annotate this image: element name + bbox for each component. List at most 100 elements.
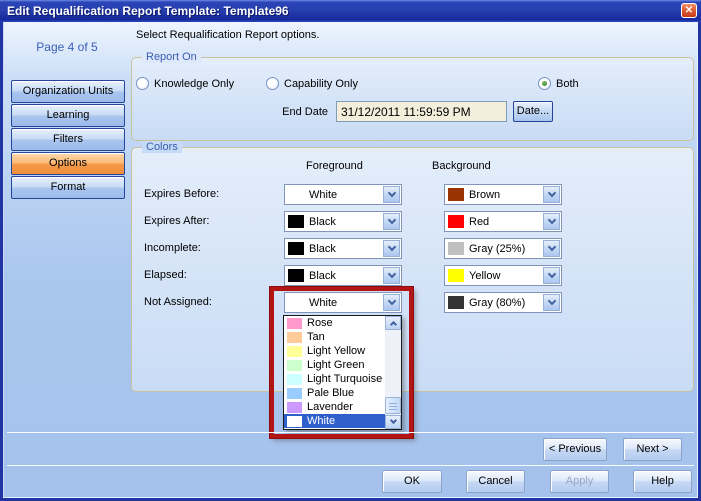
- both-label: Both: [556, 78, 579, 90]
- color-swatch: [448, 269, 464, 282]
- dropdown-item-pale-blue[interactable]: Pale Blue: [284, 386, 385, 400]
- chevron-up-icon: [389, 321, 396, 328]
- selected-color-label: White: [309, 297, 337, 309]
- incomplete-label: Incomplete:: [144, 242, 201, 254]
- color-swatch: [287, 332, 302, 343]
- chevron-down-icon[interactable]: [543, 213, 560, 230]
- selected-color-label: Yellow: [469, 270, 500, 282]
- scroll-up-button[interactable]: [385, 316, 401, 330]
- foreground-header: Foreground: [306, 160, 363, 172]
- dropdown-item-label: Pale Blue: [307, 387, 354, 399]
- knowledge-only-radio[interactable]: [136, 77, 149, 90]
- dropdown-item-label: Tan: [307, 331, 325, 343]
- elapsed-foreground-select[interactable]: Black: [284, 265, 402, 286]
- not-assigned-background-select[interactable]: Gray (80%): [444, 292, 562, 313]
- instruction-text: Select Requalification Report options.: [136, 29, 319, 41]
- dropdown-item-light-green[interactable]: Light Green: [284, 358, 385, 372]
- expires-before-label: Expires Before:: [144, 188, 219, 200]
- chevron-down-icon[interactable]: [383, 240, 400, 257]
- elapsed-label: Elapsed:: [144, 269, 187, 281]
- color-swatch: [288, 269, 304, 282]
- dropdown-item-label: White: [307, 415, 335, 427]
- expires-before-foreground-select[interactable]: White: [284, 184, 402, 205]
- dropdown-item-lavender[interactable]: Lavender: [284, 400, 385, 414]
- knowledge-only-label: Knowledge Only: [154, 78, 234, 90]
- capability-only-label: Capability Only: [284, 78, 358, 90]
- dropdown-scrollbar[interactable]: [385, 316, 401, 429]
- dropdown-item-light-yellow[interactable]: Light Yellow: [284, 344, 385, 358]
- sidebar-item-options[interactable]: Options: [11, 152, 125, 175]
- page-indicator: Page 4 of 5: [9, 40, 125, 54]
- scrollbar-thumb[interactable]: [385, 397, 401, 414]
- dropdown-item-label: Rose: [307, 317, 333, 329]
- expires-before-background-select[interactable]: Brown: [444, 184, 562, 205]
- expires-after-label: Expires After:: [144, 215, 209, 227]
- dropdown-item-label: Light Green: [307, 359, 364, 371]
- scroll-down-button[interactable]: [385, 415, 401, 429]
- chevron-down-icon[interactable]: [383, 267, 400, 284]
- chevron-down-icon[interactable]: [383, 213, 400, 230]
- apply-button[interactable]: Apply: [550, 470, 609, 493]
- ok-button[interactable]: OK: [382, 470, 442, 493]
- dropdown-item-white[interactable]: White: [284, 414, 385, 428]
- chevron-down-icon[interactable]: [543, 267, 560, 284]
- background-header: Background: [432, 160, 491, 172]
- not-assigned-label: Not Assigned:: [144, 296, 212, 308]
- dropdown-item-light-turquoise[interactable]: Light Turquoise: [284, 372, 385, 386]
- report-on-group: Report On Knowledge Only Capability Only…: [131, 57, 694, 141]
- expires-after-foreground-select[interactable]: Black: [284, 211, 402, 232]
- capability-only-radio[interactable]: [266, 77, 279, 90]
- color-swatch: [287, 402, 302, 413]
- sidebar-item-filters[interactable]: Filters: [11, 128, 125, 151]
- dropdown-item-label: Lavender: [307, 401, 353, 413]
- separator-line: [7, 432, 694, 433]
- sidebar-item-format[interactable]: Format: [11, 176, 125, 199]
- chevron-down-icon[interactable]: [543, 186, 560, 203]
- help-button[interactable]: Help: [633, 470, 692, 493]
- color-swatch: [287, 416, 302, 427]
- sidebar-item-organization-units[interactable]: Organization Units: [11, 80, 125, 103]
- thumb-grip-icon: [389, 403, 397, 410]
- report-on-legend: Report On: [142, 51, 201, 63]
- expires-after-background-select[interactable]: Red: [444, 211, 562, 232]
- color-swatch: [448, 215, 464, 228]
- dropdown-item-rose[interactable]: Rose: [284, 316, 385, 330]
- dialog-window: Edit Requalification Report Template: Te…: [0, 0, 701, 501]
- dropdown-item-label: Light Yellow: [307, 345, 365, 357]
- selected-color-label: Black: [309, 216, 336, 228]
- incomplete-background-select[interactable]: Gray (25%): [444, 238, 562, 259]
- chevron-down-icon[interactable]: [543, 294, 560, 311]
- separator-line: [7, 465, 694, 466]
- end-date-input[interactable]: [336, 101, 507, 122]
- not-assigned-foreground-select[interactable]: White: [284, 292, 402, 313]
- chevron-down-icon[interactable]: [383, 186, 400, 203]
- cancel-button[interactable]: Cancel: [466, 470, 525, 493]
- color-swatch: [288, 188, 304, 201]
- color-swatch: [288, 296, 304, 309]
- sidebar-item-learning[interactable]: Learning: [11, 104, 125, 127]
- window-title: Edit Requalification Report Template: Te…: [0, 4, 289, 18]
- chevron-down-icon: [389, 417, 396, 424]
- selected-color-label: Black: [309, 243, 336, 255]
- both-radio[interactable]: [538, 77, 551, 90]
- dialog-body: Page 4 of 5 Select Requalification Repor…: [0, 22, 701, 501]
- previous-button[interactable]: < Previous: [543, 438, 607, 461]
- selected-color-label: Gray (80%): [469, 297, 525, 309]
- color-swatch: [287, 318, 302, 329]
- chevron-down-icon[interactable]: [543, 240, 560, 257]
- dropdown-item-tan[interactable]: Tan: [284, 330, 385, 344]
- color-swatch: [287, 388, 302, 399]
- chevron-down-icon[interactable]: [383, 294, 400, 311]
- date-button[interactable]: Date...: [513, 101, 553, 122]
- elapsed-background-select[interactable]: Yellow: [444, 265, 562, 286]
- next-button[interactable]: Next >: [623, 438, 682, 461]
- color-swatch: [448, 296, 464, 309]
- color-swatch: [287, 346, 302, 357]
- selected-color-label: Brown: [469, 189, 500, 201]
- color-swatch: [448, 242, 464, 255]
- close-button[interactable]: ✕: [681, 3, 697, 18]
- dropdown-item-label: Light Turquoise: [307, 373, 382, 385]
- incomplete-foreground-select[interactable]: Black: [284, 238, 402, 259]
- selected-color-label: White: [309, 189, 337, 201]
- color-swatch: [287, 374, 302, 385]
